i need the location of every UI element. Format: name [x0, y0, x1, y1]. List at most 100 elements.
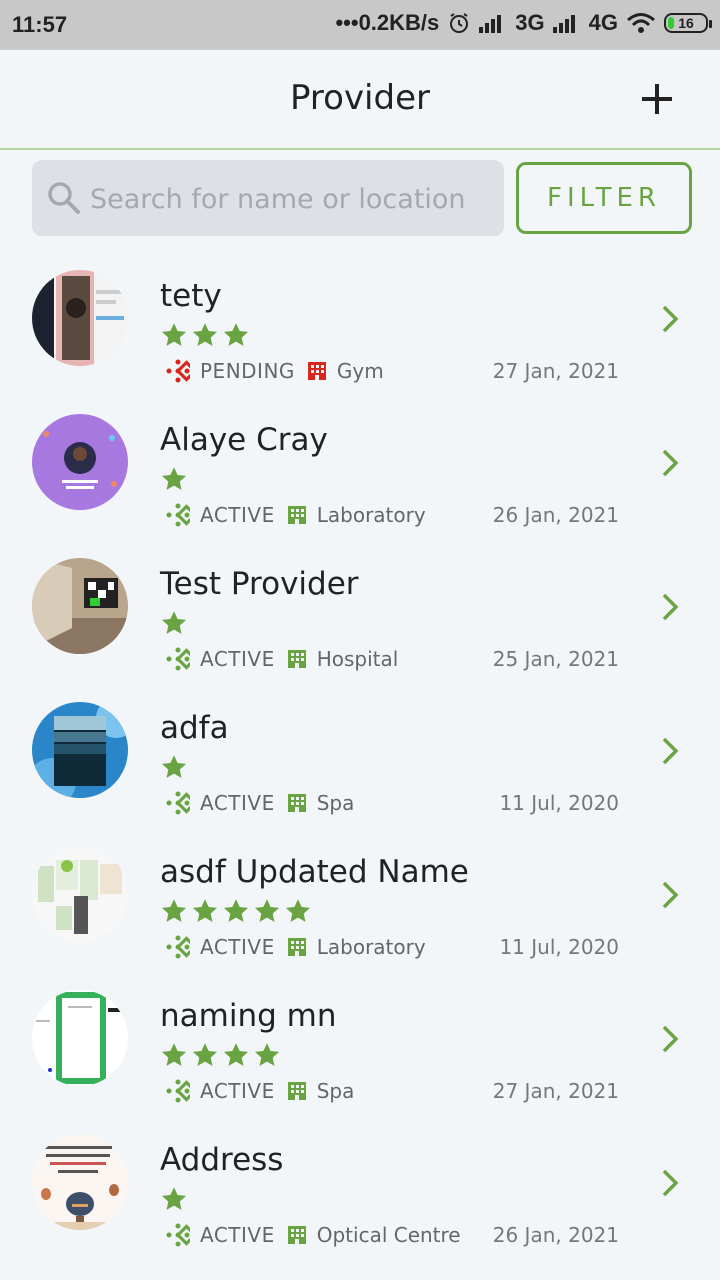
provider-name: adfa [160, 710, 229, 746]
list-item[interactable]: tety PENDING Gym 27 Jan, 2021 [0, 246, 720, 390]
chevron-right-icon[interactable] [658, 880, 682, 910]
app-bar: Provider [0, 50, 720, 150]
battery-icon: 16 [664, 13, 712, 33]
star-icon [285, 899, 311, 922]
provider-meta: ACTIVE Optical Centre [166, 1223, 461, 1247]
list-item[interactable]: Alaye Cray ACTIVE Laboratory 26 Jan, 202… [0, 390, 720, 534]
provider-name: naming mn [160, 998, 337, 1034]
provider-meta: ACTIVE Laboratory [166, 503, 426, 527]
provider-name: Address [160, 1142, 284, 1178]
network-3g: 3G [515, 10, 545, 35]
avatar [32, 270, 128, 366]
pending-status-icon [166, 359, 190, 383]
provider-date: 11 Jul, 2020 [499, 935, 619, 959]
provider-type: Gym [336, 359, 384, 383]
filter-button[interactable]: FILTER [516, 162, 692, 234]
search-bar[interactable] [32, 160, 504, 236]
star-icon [161, 467, 187, 490]
avatar [32, 846, 128, 942]
building-icon [287, 650, 306, 668]
star-icon [223, 1043, 249, 1066]
plus-icon[interactable] [640, 82, 674, 116]
avatar [32, 414, 128, 510]
chevron-right-icon[interactable] [658, 1168, 682, 1198]
status-label: ACTIVE [200, 1079, 275, 1103]
provider-type: Optical Centre [316, 1223, 461, 1247]
rating-stars [160, 610, 188, 637]
active-status-icon [166, 647, 190, 671]
provider-date: 11 Jul, 2020 [499, 791, 619, 815]
building-icon [287, 506, 306, 524]
star-icon [223, 323, 249, 346]
building-icon [287, 1082, 306, 1100]
alarm-icon [447, 11, 471, 35]
rating-stars [160, 754, 188, 781]
provider-type: Laboratory [316, 935, 426, 959]
active-status-icon [166, 1079, 190, 1103]
star-icon [161, 611, 187, 634]
star-icon [192, 899, 218, 922]
provider-type: Spa [316, 1079, 355, 1103]
list-item[interactable]: naming mn ACTIVE Spa 27 Jan, 2021 [0, 966, 720, 1110]
provider-meta: PENDING Gym [166, 359, 384, 383]
status-label: ACTIVE [200, 503, 275, 527]
list-item[interactable]: asdf Updated Name ACTIVE Laboratory 11 J… [0, 822, 720, 966]
status-label: ACTIVE [200, 935, 275, 959]
list-item[interactable]: adfa ACTIVE Spa 11 Jul, 2020 [0, 678, 720, 822]
provider-type: Laboratory [316, 503, 426, 527]
status-right: •••0.2KB/s 3G 4G 16 [335, 10, 712, 36]
active-status-icon [166, 503, 190, 527]
chevron-right-icon[interactable] [658, 1024, 682, 1054]
wifi-icon [626, 12, 656, 34]
signal-icon [552, 13, 581, 33]
rating-stars [160, 1186, 188, 1213]
provider-name: tety [160, 278, 222, 314]
building-icon [287, 1226, 306, 1244]
page-title: Provider [290, 78, 430, 118]
star-icon [223, 899, 249, 922]
list-item[interactable]: Address ACTIVE Optical Centre 26 Jan, 20… [0, 1110, 720, 1254]
star-icon [192, 1043, 218, 1066]
avatar [32, 558, 128, 654]
provider-meta: ACTIVE Hospital [166, 647, 398, 671]
status-label: ACTIVE [200, 1223, 275, 1247]
provider-date: 26 Jan, 2021 [492, 1223, 619, 1247]
provider-date: 27 Jan, 2021 [492, 359, 619, 383]
provider-date: 27 Jan, 2021 [492, 1079, 619, 1103]
star-icon [192, 323, 218, 346]
provider-name: Alaye Cray [160, 422, 328, 458]
provider-meta: ACTIVE Spa [166, 791, 354, 815]
rating-stars [160, 1042, 281, 1069]
chevron-right-icon[interactable] [658, 448, 682, 478]
building-icon [287, 794, 306, 812]
provider-type: Spa [316, 791, 355, 815]
rating-stars [160, 466, 188, 493]
search-icon [46, 180, 82, 220]
avatar [32, 990, 128, 1086]
chevron-right-icon[interactable] [658, 592, 682, 622]
star-icon [254, 1043, 280, 1066]
list-item[interactable]: Test Provider ACTIVE Hospital 25 Jan, 20… [0, 534, 720, 678]
provider-list: tety PENDING Gym 27 Jan, 2021 Alaye Cray… [0, 246, 720, 1254]
star-icon [161, 323, 187, 346]
active-status-icon [166, 791, 190, 815]
search-input[interactable] [88, 170, 492, 228]
star-icon [161, 1043, 187, 1066]
provider-type: Hospital [316, 647, 399, 671]
rating-stars [160, 322, 250, 349]
status-label: ACTIVE [200, 647, 275, 671]
active-status-icon [166, 935, 190, 959]
avatar [32, 1134, 128, 1230]
building-icon [287, 938, 306, 956]
star-icon [161, 755, 187, 778]
chevron-right-icon[interactable] [658, 736, 682, 766]
signal-icon [479, 13, 507, 33]
status-time: 11:57 [12, 12, 68, 37]
provider-meta: ACTIVE Spa [166, 1079, 354, 1103]
star-icon [161, 1187, 187, 1210]
chevron-right-icon[interactable] [658, 304, 682, 334]
provider-name: Test Provider [160, 566, 359, 602]
building-icon [307, 362, 326, 380]
provider-meta: ACTIVE Laboratory [166, 935, 426, 959]
provider-date: 26 Jan, 2021 [492, 503, 619, 527]
